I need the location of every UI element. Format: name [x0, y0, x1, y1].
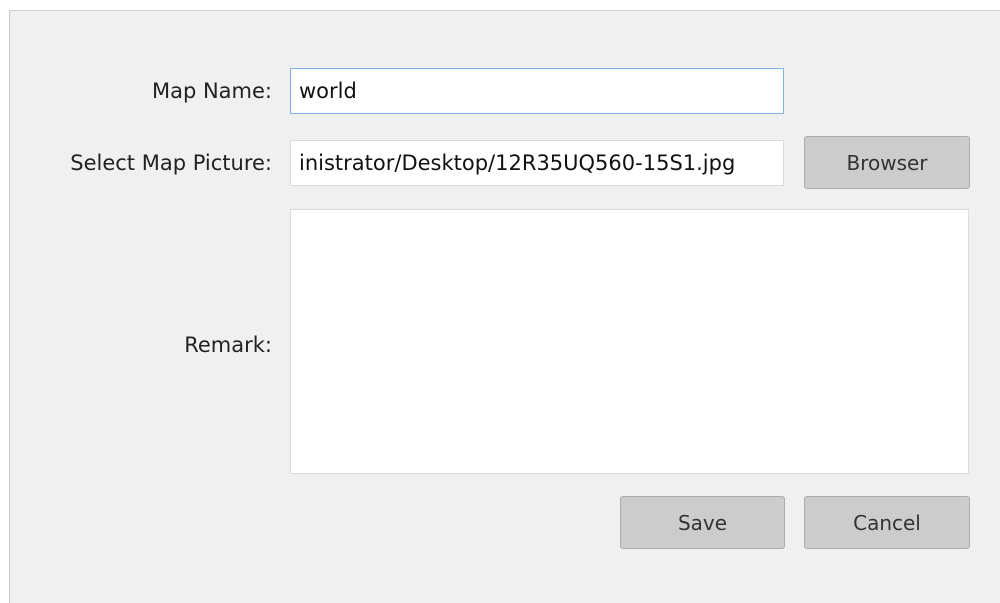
cancel-button[interactable]: Cancel [804, 496, 970, 549]
map-name-input[interactable] [290, 68, 784, 114]
map-name-label: Map Name: [151, 79, 272, 103]
save-button[interactable]: Save [620, 496, 785, 549]
select-map-picture-label: Select Map Picture: [70, 151, 272, 175]
map-picture-path-text: inistrator/Desktop/12R35UQ560-15S1.jpg [299, 151, 736, 175]
browser-button[interactable]: Browser [804, 136, 970, 189]
remark-label: Remark: [184, 333, 272, 357]
remark-textarea[interactable] [290, 209, 969, 474]
map-picture-path-input[interactable]: inistrator/Desktop/12R35UQ560-15S1.jpg [290, 140, 784, 186]
